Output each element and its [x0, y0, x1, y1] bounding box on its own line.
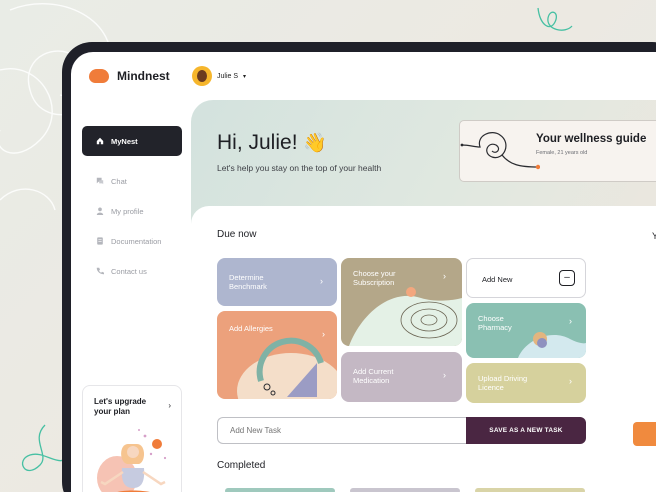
- chevron-right-icon: ›: [322, 329, 325, 339]
- sidebar-item-label: Documentation: [111, 236, 162, 246]
- thread-swirl-icon: [460, 132, 540, 170]
- task-card-add-allergies[interactable]: Add Allergies ›: [217, 311, 337, 399]
- task-card-label: Choose Pharmacy: [478, 314, 512, 332]
- chevron-right-icon: ›: [569, 376, 572, 386]
- task-card-label: Add Current Medication: [353, 367, 394, 385]
- document-icon: [97, 237, 103, 245]
- completed-heading: Completed: [217, 460, 266, 471]
- chevron-right-icon: ›: [168, 401, 171, 410]
- sidebar-item-label: Contact us: [111, 266, 147, 276]
- sidebar-item-chat[interactable]: Chat: [82, 166, 182, 196]
- sidebar: MyNest Chat My profile Documentation Con…: [71, 102, 191, 492]
- user-menu[interactable]: Julie S ▾: [192, 66, 246, 86]
- sidebar-item-label: MyNest: [111, 136, 138, 146]
- due-now-heading: Due now: [217, 229, 257, 240]
- task-card-label: Determine Benchmark: [229, 273, 267, 291]
- next-panel-button[interactable]: [633, 422, 656, 446]
- chevron-right-icon: ›: [443, 271, 446, 281]
- chevron-right-icon: ›: [569, 316, 572, 326]
- waving-hand-icon: 👋: [303, 133, 328, 154]
- task-card-choose-pharmacy[interactable]: Choose Pharmacy ›: [466, 303, 586, 358]
- completed-card-peek: [475, 488, 585, 492]
- upgrade-plan-text: Let's upgrade your plan: [94, 397, 147, 416]
- tasks-panel: Due now Determine Benchmark › Choose you…: [191, 206, 656, 492]
- task-card-label: Upload Driving Licence: [478, 374, 528, 392]
- user-icon: [96, 207, 104, 215]
- user-name: Julie S: [217, 72, 239, 80]
- task-card-choose-subscription[interactable]: Choose your Subscription ›: [341, 258, 462, 346]
- task-card-label: Choose your Subscription: [353, 269, 396, 287]
- add-new-button[interactable]: –: [559, 270, 575, 286]
- task-card-add-current-medication[interactable]: Add Current Medication ›: [341, 352, 462, 402]
- app-logo[interactable]: Mindnest: [89, 69, 170, 83]
- greeting-subtitle: Let's help you stay on the top of your h…: [217, 163, 382, 173]
- wellness-guide-subtitle: Female, 21 years old: [536, 150, 588, 156]
- meditation-illustration: [97, 429, 167, 492]
- task-card-upload-driving-licence[interactable]: Upload Driving Licence ›: [466, 363, 586, 403]
- chevron-down-icon: ▾: [243, 73, 247, 80]
- app-screen: Mindnest Julie S ▾ MyNest Chat My profil…: [71, 52, 656, 492]
- sidebar-item-my-profile[interactable]: My profile: [82, 196, 182, 226]
- sidebar-item-documentation[interactable]: Documentation: [82, 226, 182, 256]
- sidebar-item-label: My profile: [111, 206, 144, 216]
- completed-card-peek: [350, 488, 460, 492]
- upgrade-plan-card[interactable]: Let's upgrade your plan ›: [82, 385, 182, 492]
- greeting-heading: Hi, Julie! 👋: [217, 131, 327, 155]
- next-panel-peek-text: Y: [652, 231, 656, 241]
- task-card-label: Add Allergies: [229, 324, 273, 333]
- phone-icon: [96, 267, 104, 275]
- app-name: Mindnest: [117, 69, 170, 83]
- sidebar-item-label: Chat: [111, 176, 127, 186]
- save-new-task-button[interactable]: SAVE AS A NEW TASK: [466, 417, 586, 444]
- completed-card-peek: [225, 488, 335, 492]
- sidebar-item-mynest[interactable]: MyNest: [82, 126, 182, 156]
- sidebar-item-contact-us[interactable]: Contact us: [82, 256, 182, 286]
- chevron-right-icon: ›: [443, 370, 446, 380]
- chevron-right-icon: ›: [320, 276, 323, 286]
- wellness-guide-card[interactable]: Your wellness guide Female, 21 years old: [459, 120, 656, 182]
- brain-logo-icon: [89, 69, 109, 83]
- add-new-label: Add New: [482, 275, 513, 284]
- avatar: [192, 66, 212, 86]
- new-task-input[interactable]: [217, 417, 467, 444]
- wellness-guide-title: Your wellness guide: [536, 133, 647, 145]
- chat-icon: [96, 177, 104, 185]
- home-icon: [96, 137, 104, 145]
- greeting-text: Hi, Julie!: [217, 131, 298, 154]
- task-card-determine-benchmark[interactable]: Determine Benchmark ›: [217, 258, 337, 306]
- add-new-task-card[interactable]: Add New –: [466, 258, 586, 298]
